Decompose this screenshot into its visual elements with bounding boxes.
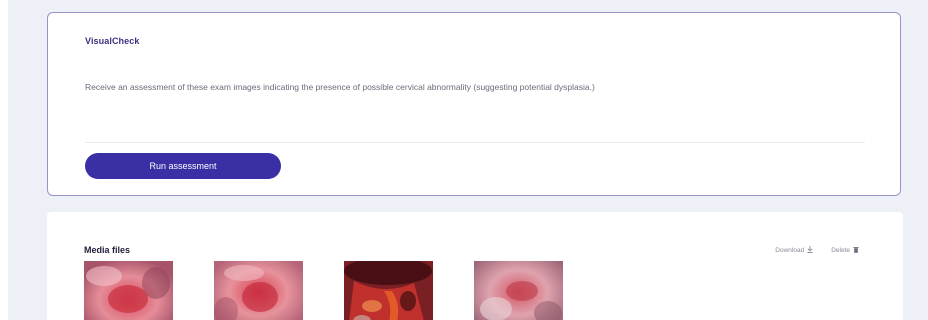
media-files-card: Media files Download Delete [47,212,903,320]
run-assessment-button[interactable]: Run assessment [85,153,281,179]
visualcheck-title: VisualCheck [85,36,140,46]
delete-label: Delete [831,247,850,254]
visualcheck-description: Receive an assessment of these exam imag… [85,82,595,92]
page: VisualCheck Receive an assessment of the… [0,0,928,320]
media-actions: Download Delete [775,246,859,255]
delete-button[interactable]: Delete [831,246,859,255]
media-thumbnails [84,261,563,320]
visualcheck-card: VisualCheck Receive an assessment of the… [47,12,901,196]
download-icon [807,246,813,255]
trash-icon [853,246,859,255]
exam-image-thumbnail-4[interactable] [474,261,563,320]
divider [85,142,865,143]
exam-image-thumbnail-2[interactable] [214,261,303,320]
left-gutter [0,0,8,320]
media-files-title: Media files [84,245,131,255]
exam-image-thumbnail-1[interactable] [84,261,173,320]
exam-image-thumbnail-3[interactable] [344,261,433,320]
download-button[interactable]: Download [775,246,813,255]
download-label: Download [775,247,805,254]
